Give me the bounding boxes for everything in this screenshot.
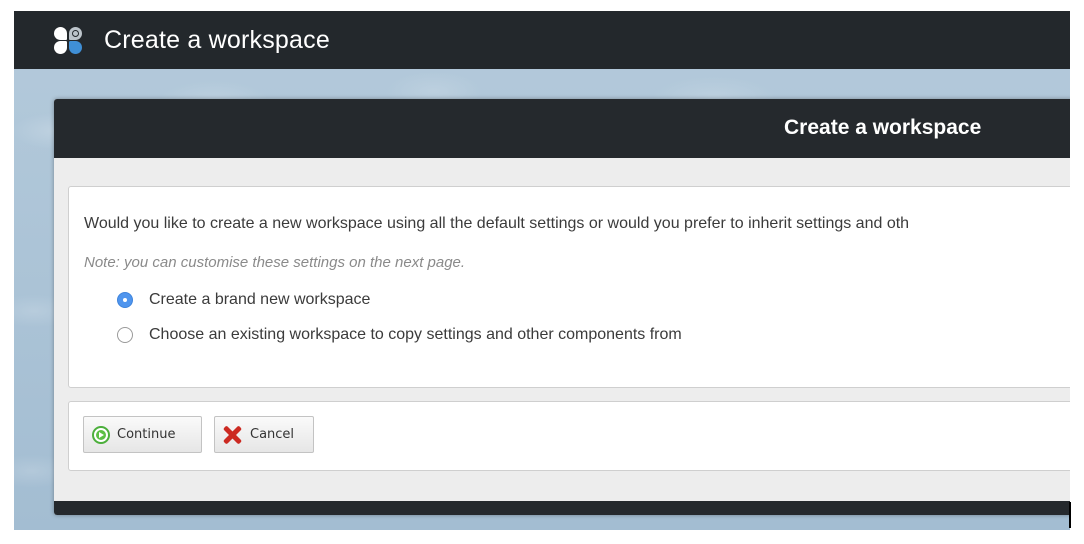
app-window: Create a workspace Create a workspace Wo…: [14, 11, 1070, 530]
continue-arrow-icon: [92, 425, 110, 444]
question-text: Would you like to create a new workspace…: [84, 215, 910, 232]
option-copy-existing-workspace[interactable]: Choose an existing workspace to copy set…: [117, 326, 682, 344]
dialog-title: Create a workspace: [784, 116, 982, 139]
cancel-x-icon: [222, 425, 242, 445]
options-panel: Would you like to create a new workspace…: [68, 186, 1070, 388]
option-new-workspace-label: Create a brand new workspace: [149, 291, 371, 308]
note-text: Note: you can customise these settings o…: [84, 254, 466, 271]
option-new-workspace[interactable]: Create a brand new workspace: [117, 291, 370, 309]
dialog-header: Create a workspace: [54, 99, 1070, 158]
option-copy-existing-workspace-label: Choose an existing workspace to copy set…: [149, 326, 682, 343]
page-title: Create a workspace: [104, 25, 330, 54]
app-header: Create a workspace: [14, 11, 1070, 69]
edge-divider: [1069, 502, 1071, 528]
cancel-button[interactable]: Cancel: [214, 416, 314, 453]
cancel-button-label: Cancel: [250, 427, 295, 442]
continue-button-label: Continue: [117, 427, 176, 442]
radio-copy-existing-workspace[interactable]: [117, 327, 133, 343]
app-logo-icon[interactable]: [52, 24, 84, 56]
create-workspace-dialog: Create a workspace Would you like to cre…: [54, 99, 1070, 515]
radio-new-workspace[interactable]: [117, 292, 133, 308]
dialog-footer-bar: [54, 501, 1070, 515]
continue-button[interactable]: Continue: [83, 416, 202, 453]
actions-panel: Continue Cancel: [68, 401, 1070, 471]
